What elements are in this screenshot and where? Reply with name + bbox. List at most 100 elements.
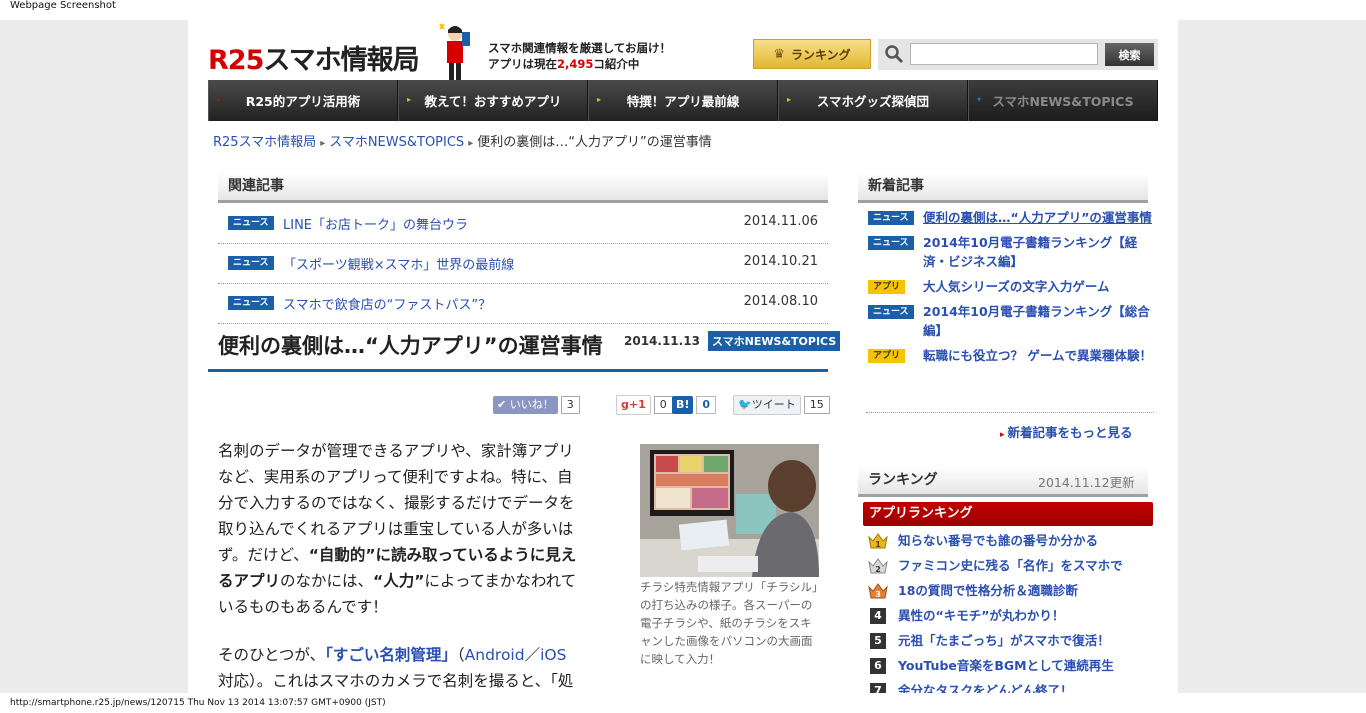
related-article-row[interactable]: ニュース LINE「お店トーク」の舞台ウラ 2014.11.06 (218, 203, 828, 244)
gold-crown-icon: 1 (868, 533, 888, 549)
breadcrumb-section[interactable]: スマホNEWS&TOPICS (329, 135, 464, 150)
news-badge: ニュース (868, 211, 914, 225)
ranking-button-label: ランキング (791, 47, 851, 62)
related-article-title[interactable]: 「スポーツ観戦×スマホ」世界の最前線 (283, 254, 514, 273)
nav-item-recommended-apps[interactable]: ▸ 教えて！おすすめアプリ (398, 80, 588, 121)
related-article-title[interactable]: スマホで飲食店の“ファストパス”？ (283, 294, 491, 313)
nav-item-goods[interactable]: ▸ スマホグッズ探偵団 (778, 80, 968, 121)
nav-arrow-icon: ▸ (217, 95, 222, 104)
tagline-prefix: アプリは現在 (488, 57, 557, 71)
ios-link[interactable]: iOS (540, 646, 566, 664)
tweet-label: ツイート (751, 398, 796, 411)
app-badge: アプリ (868, 280, 906, 294)
nav-item-label: 特撰！アプリ最前線 (626, 94, 740, 109)
more-new-articles-link[interactable]: ▸ 新着記事をもっと見る (1000, 422, 1133, 441)
ranking-item-title[interactable]: YouTube音楽をBGMとして連続再生 (898, 658, 1114, 673)
article-photo (640, 444, 819, 577)
body-emphasis: “人力” (373, 572, 425, 590)
ranking-item-title[interactable]: 知らない番号でも誰の番号か分かる (898, 533, 1098, 548)
rank-3-label: 3 (875, 590, 881, 599)
twitter-bird-icon: 🐦 (738, 398, 752, 411)
nav-arrow-icon: ▾ (977, 95, 982, 104)
ranking-item[interactable]: 3 18の質問で性格分析＆適職診断 (868, 582, 1158, 607)
arrow-right-icon: ▸ (1000, 430, 1005, 440)
news-badge: ニュース (228, 216, 274, 230)
hatena-button[interactable]: B! (672, 396, 694, 414)
search-button[interactable]: 検索 (1105, 43, 1154, 66)
new-article-title[interactable]: 大人気シリーズの文字入力ゲーム (923, 279, 1110, 294)
nav-arrow-icon: ▸ (787, 95, 792, 104)
related-article-date: 2014.10.21 (743, 254, 818, 269)
tweet-button[interactable]: 🐦ツイート (733, 395, 801, 415)
ranking-updated: 2014.11.12更新 (1038, 475, 1135, 490)
ranking-item[interactable]: 6 YouTube音楽をBGMとして連続再生 (868, 657, 1158, 682)
rank-number: 5 (870, 633, 886, 649)
status-bar: http://smartphone.r25.jp/news/120715 Thu… (0, 693, 1366, 713)
article-body: 名刺のデータが管理できるアプリや、家計簿アプリなど、実用系のアプリって便利ですよ… (218, 438, 578, 693)
nav-item-label: R25的アプリ活用術 (245, 94, 361, 109)
page-background-right (1178, 20, 1366, 693)
ranking-item[interactable]: 2 ファミコン史に残る「名作」をスマホで (868, 557, 1158, 582)
hatena-count: 0 (696, 396, 717, 414)
rank-number: 7 (870, 683, 886, 693)
silver-crown-icon: 2 (868, 558, 888, 574)
related-article-date: 2014.08.10 (743, 294, 818, 309)
breadcrumb-separator-icon: ▸ (320, 138, 326, 149)
nav-arrow-icon: ▸ (597, 95, 602, 104)
related-article-row[interactable]: ニュース スマホで飲食店の“ファストパス”？ 2014.08.10 (218, 283, 828, 324)
android-link[interactable]: Android (465, 646, 525, 664)
rank-2-label: 2 (875, 565, 881, 574)
nav-item-label: 教えて！おすすめアプリ (424, 94, 562, 109)
search-input[interactable] (910, 43, 1098, 65)
site-logo[interactable]: R25スマホ情報局 (208, 38, 420, 77)
more-link-label: 新着記事をもっと見る (1007, 425, 1133, 440)
article-paragraph: 名刺のデータが管理できるアプリや、家計簿アプリなど、実用系のアプリって便利ですよ… (218, 438, 578, 620)
breadcrumb: R25スマホ情報局 ▸ スマホNEWS&TOPICS ▸ 便利の裏側は…“人力アプリ”の… (213, 131, 712, 150)
new-article-title[interactable]: 2014年10月電子書籍ランキング【経済・ビジネス編】 (923, 235, 1137, 269)
app-link[interactable]: 「すごい名刺管理」 (325, 646, 457, 664)
breadcrumb-current: 便利の裏側は…“人力アプリ”の運営事情 (477, 135, 712, 150)
ranking-item-title[interactable]: 余分なタスクをどんどん終了！ (898, 683, 1073, 693)
body-text: ／ (524, 646, 541, 664)
hatena-bookmark: B! 0 (672, 395, 717, 415)
tagline-line2: アプリは現在2,495コ紹介中 (488, 56, 671, 72)
ranking-item[interactable]: 4 異性の“キモチ”が丸わかり！ (868, 607, 1158, 632)
gplus-button[interactable]: g+1 (616, 395, 651, 415)
related-article-title[interactable]: LINE「お店トーク」の舞台ウラ (283, 214, 468, 233)
ranking-item-title[interactable]: 元祖「たまごっち」がスマホで復活！ (898, 633, 1110, 648)
ranking-item[interactable]: 7 余分なタスクをどんどん終了！ (868, 682, 1158, 693)
ranking-item-title[interactable]: ファミコン史に残る「名作」をスマホで (898, 558, 1123, 573)
like-button[interactable]: ✔ いいね！ (493, 396, 558, 414)
app-ranking-header[interactable]: アプリランキング (863, 502, 1153, 526)
article-category-badge[interactable]: スマホNEWS&TOPICS (708, 331, 841, 351)
ranking-item[interactable]: 1 知らない番号でも誰の番号か分かる (868, 532, 1158, 557)
ranking-item-title[interactable]: 18の質問で性格分析＆適職診断 (898, 583, 1078, 598)
breadcrumb-home[interactable]: R25スマホ情報局 (213, 135, 316, 150)
new-article-item[interactable]: アプリ 大人気シリーズの文字入力ゲーム (868, 277, 1153, 296)
photo-caption: チラシ特売情報アプリ「チラシル」の打ち込みの様子。各スーパーの電子チラシや、紙の… (640, 580, 818, 666)
ranking-item-title[interactable]: 異性の“キモチ”が丸わかり！ (898, 608, 1064, 623)
new-article-title[interactable]: 転職にも役立つ？ ゲームで異業種体験！ (923, 348, 1152, 363)
new-article-item[interactable]: ニュース 2014年10月電子書籍ランキング【経済・ビジネス編】 (868, 233, 1153, 271)
mascot-illustration (439, 23, 470, 81)
ranking-item[interactable]: 5 元祖「たまごっち」がスマホで復活！ (868, 632, 1158, 657)
facebook-like: ✔ いいね！ 3 (493, 395, 580, 415)
rank-number: 4 (870, 608, 886, 624)
nav-item-news-topics[interactable]: ▾ スマホNEWS&TOPICS (968, 80, 1158, 121)
ranking-button[interactable]: ♛ ランキング (753, 39, 871, 69)
new-article-title[interactable]: 便利の裏側は…“人力アプリ”の運営事情 (923, 210, 1152, 225)
new-article-item[interactable]: ニュース 便利の裏側は…“人力アプリ”の運営事情 (868, 208, 1153, 227)
body-text: そのひとつが、 (218, 646, 326, 664)
nav-item-r25-apps[interactable]: ▸ R25的アプリ活用術 (208, 80, 398, 121)
related-article-row[interactable]: ニュース 「スポーツ観戦×スマホ」世界の最前線 2014.10.21 (218, 243, 828, 284)
nav-item-label: スマホグッズ探偵団 (816, 94, 930, 109)
breadcrumb-separator-icon: ▸ (468, 138, 474, 149)
tagline-line1: スマホ関連情報を厳選してお届け！ (488, 41, 671, 55)
new-article-title[interactable]: 2014年10月電子書籍ランキング【総合編】 (923, 304, 1150, 338)
nav-item-app-frontline[interactable]: ▸ 特撰！アプリ最前線 (588, 80, 778, 121)
new-articles-title: 新着記事 (858, 172, 1148, 203)
new-article-item[interactable]: アプリ 転職にも役立つ？ ゲームで異業種体験！ (868, 346, 1153, 365)
bronze-crown-icon: 3 (868, 583, 888, 599)
related-article-date: 2014.11.06 (743, 214, 818, 229)
new-article-item[interactable]: ニュース 2014年10月電子書籍ランキング【総合編】 (868, 302, 1153, 340)
